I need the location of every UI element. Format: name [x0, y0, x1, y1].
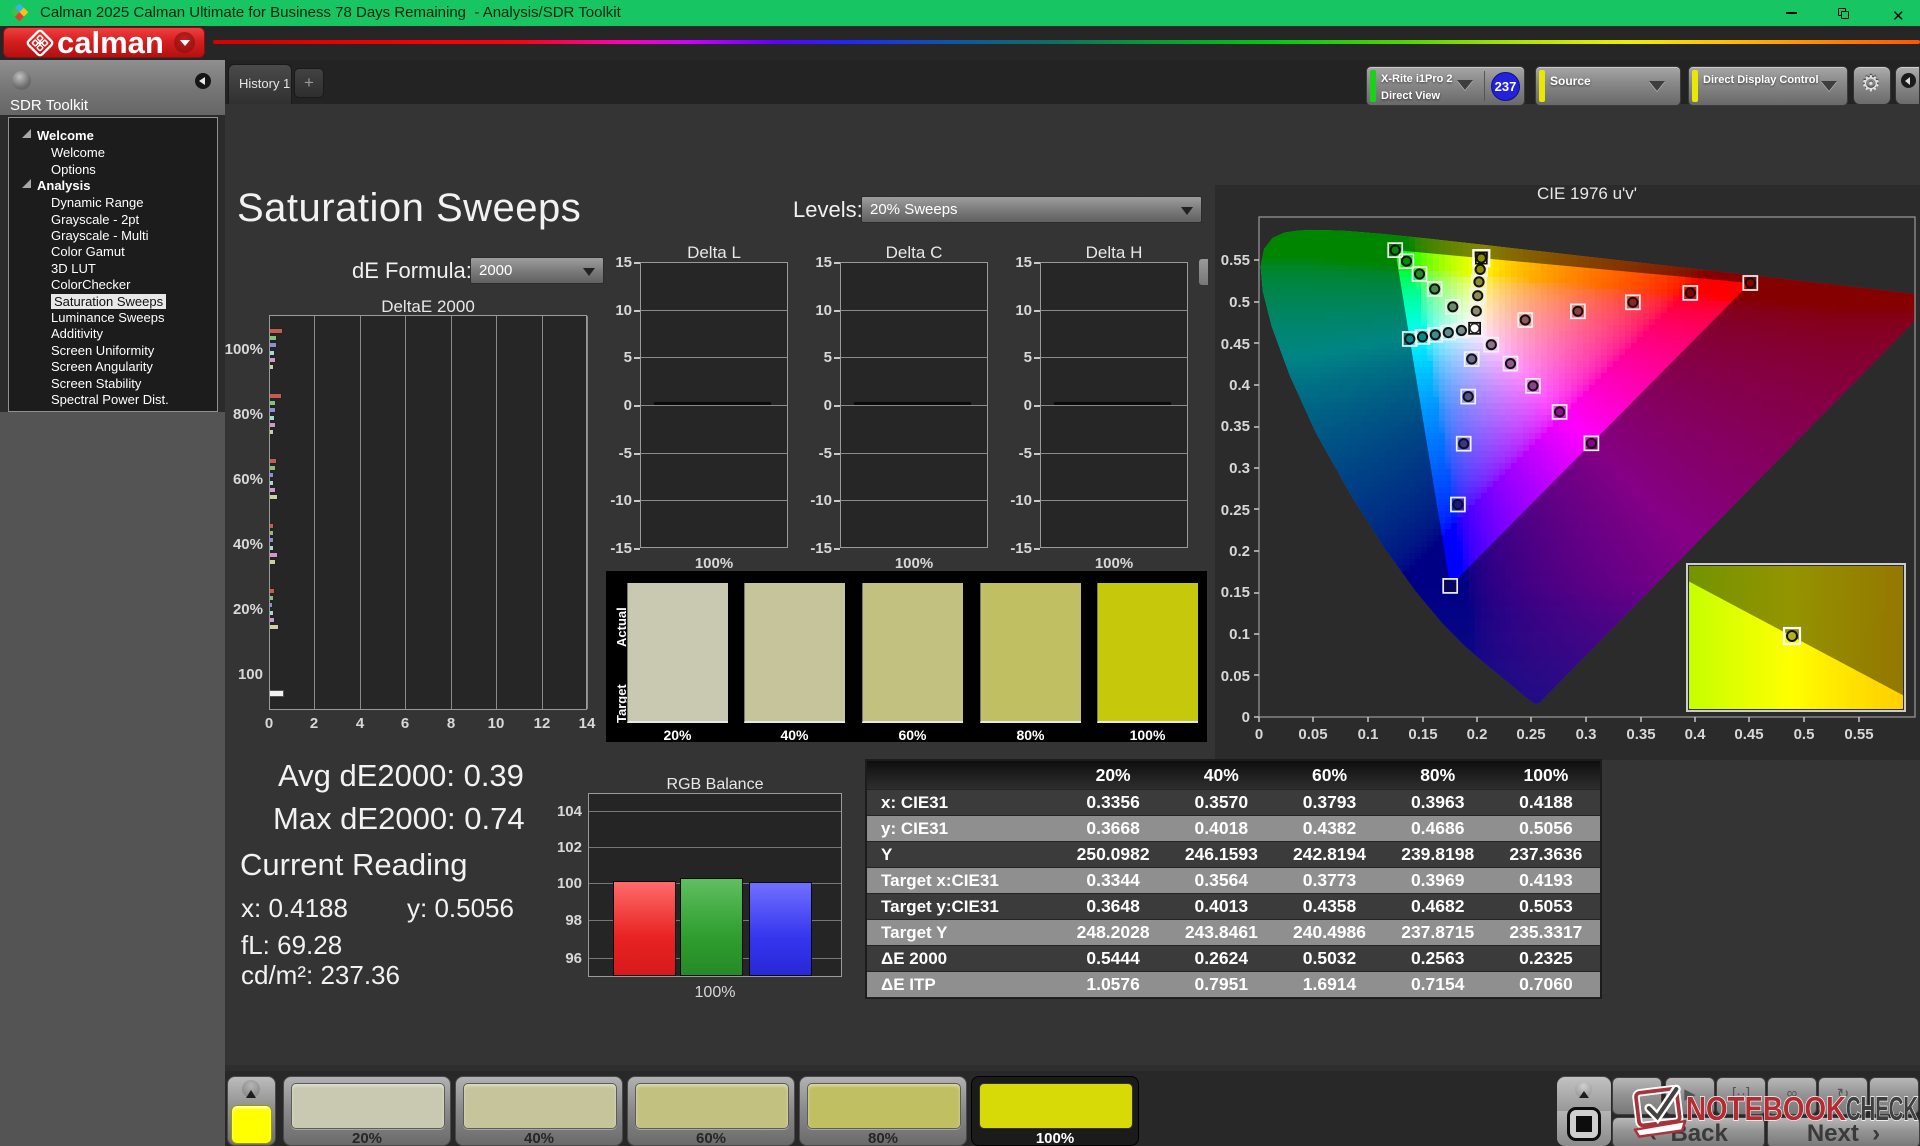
svg-text:0.2: 0.2: [1467, 726, 1488, 743]
svg-text:0.4: 0.4: [1685, 726, 1707, 743]
svg-text:0.4: 0.4: [1229, 377, 1251, 394]
svg-text:0.15: 0.15: [1221, 584, 1250, 601]
svg-text:0.1: 0.1: [1229, 626, 1250, 643]
svg-text:0.05: 0.05: [1298, 726, 1327, 743]
svg-text:0.2: 0.2: [1229, 543, 1250, 560]
svg-text:0.15: 0.15: [1408, 726, 1437, 743]
svg-text:0: 0: [1242, 709, 1250, 726]
svg-text:0.45: 0.45: [1221, 336, 1250, 353]
svg-text:0.3: 0.3: [1576, 726, 1597, 743]
svg-text:0.45: 0.45: [1734, 726, 1763, 743]
svg-text:0: 0: [1255, 726, 1263, 743]
svg-text:0.05: 0.05: [1221, 668, 1250, 685]
svg-text:0.1: 0.1: [1358, 726, 1379, 743]
svg-text:0.25: 0.25: [1221, 502, 1250, 519]
svg-text:0.35: 0.35: [1626, 726, 1655, 743]
svg-text:0.35: 0.35: [1221, 418, 1250, 435]
svg-text:0.55: 0.55: [1221, 252, 1250, 269]
svg-text:0.55: 0.55: [1844, 726, 1873, 743]
svg-text:0.3: 0.3: [1229, 460, 1250, 477]
svg-text:0.5: 0.5: [1794, 726, 1815, 743]
svg-text:0.5: 0.5: [1229, 294, 1250, 311]
svg-text:CHECK: CHECK: [1846, 1090, 1918, 1127]
svg-text:CIE 1976 u'v': CIE 1976 u'v': [1537, 185, 1637, 203]
svg-text:NOTEBOOK: NOTEBOOK: [1686, 1090, 1846, 1127]
svg-text:0.25: 0.25: [1516, 726, 1545, 743]
